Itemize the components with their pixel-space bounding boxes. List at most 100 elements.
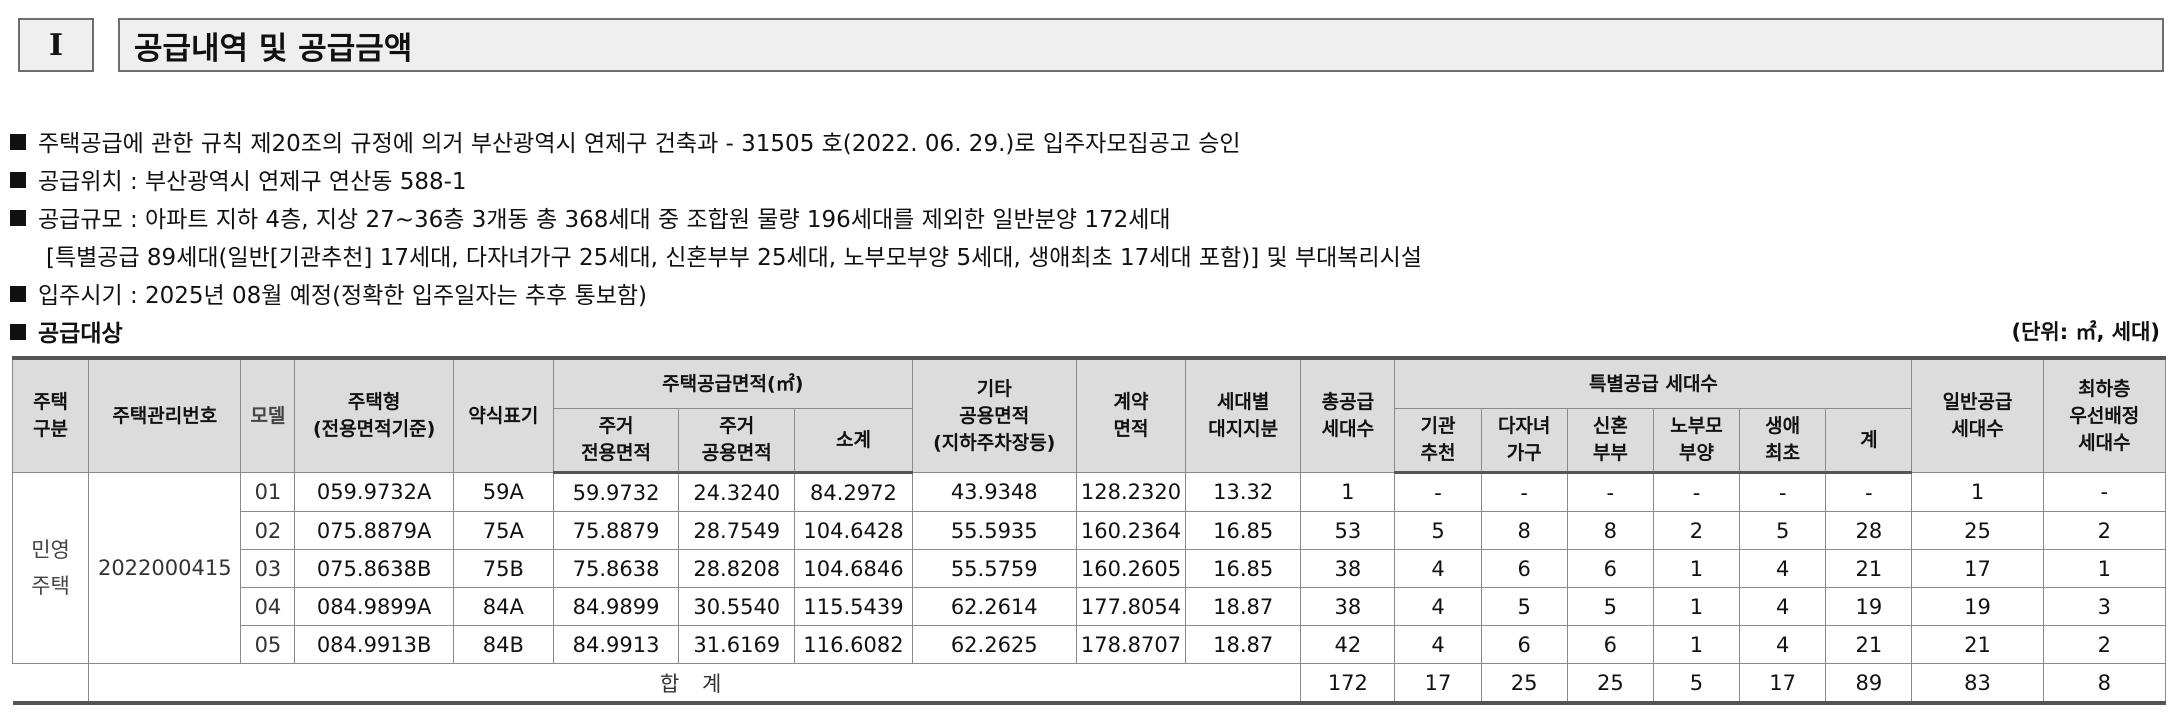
header-special-supply: 특별공급 세대수 — [1394, 357, 1913, 409]
square-bullet-icon — [10, 172, 26, 188]
contract-area-cell: 128.2320 — [1075, 472, 1187, 512]
sp-elder-cell: - — [1652, 472, 1741, 512]
square-bullet-icon — [10, 210, 26, 226]
subtotal-cell: 84.2972 — [794, 472, 913, 512]
sp-elder-cell: 1 — [1652, 625, 1741, 664]
table-row: 02 075.8879A 75A 75.8879 28.7549 104.642… — [13, 511, 2167, 550]
paragraph-scale: 공급규모 : 아파트 지하 4층, 지상 27~36층 3개동 총 368세대 … — [10, 200, 1171, 234]
sp-sum-cell: - — [1825, 472, 1913, 512]
blank-cell — [12, 663, 90, 703]
header-other-area: 기타 공용면적 (지하주차장등) — [911, 357, 1077, 473]
paragraph-location: 공급위치 : 부산광역시 연제구 연산동 588-1 — [10, 162, 467, 196]
common-area-cell: 30.5540 — [678, 587, 796, 626]
other-area-cell: 62.2625 — [911, 625, 1077, 664]
model-cell: 03 — [240, 549, 296, 588]
unit-type-cell: 075.8638B — [294, 549, 454, 588]
subtotal-cell: 116.6082 — [794, 625, 913, 664]
supply-table: 주택 구분 주택관리번호 모델 주택형 (전용면적기준) 약식표기 주택공급면적(㎡… — [11, 356, 2167, 705]
table-body: 민영 주택 2022000415 01 059.9732A 59A 59.9732… — [11, 472, 2167, 704]
header-sp-institution: 기관 추천 — [1394, 408, 1482, 474]
land-share-cell: 13.32 — [1185, 472, 1302, 512]
sp-newlywed-cell: 6 — [1566, 625, 1654, 664]
paragraph-special-supply: [특별공급 89세대(일반[기관추천] 17세대, 다자녀가구 25세대, 신혼… — [46, 245, 1422, 271]
general-supply-cell: 21 — [1911, 625, 2044, 664]
sp-newlywed-cell: 5 — [1566, 587, 1654, 626]
land-share-cell: 16.85 — [1185, 511, 1302, 550]
header-common-area: 주거 공용면적 — [678, 408, 796, 474]
total-units-cell: 1 — [1300, 472, 1396, 512]
general-supply-cell: 1 — [1911, 472, 2044, 512]
header-land-share: 세대별 대지지분 — [1185, 357, 1302, 473]
square-bullet-icon — [10, 324, 26, 340]
paragraph-approval: 주택공급에 관한 규칙 제20조의 규정에 의거 부산광역시 연제구 건축과 -… — [10, 124, 1241, 158]
sp-newlywed-cell: 6 — [1566, 549, 1654, 588]
lowest-floor-cell: 1 — [2042, 549, 2167, 588]
sp-multichild-cell: 8 — [1480, 511, 1568, 550]
total-lowest-floor: 8 — [2042, 663, 2167, 704]
sp-multichild-cell: 6 — [1480, 625, 1568, 664]
paragraph-move-in: 입주시기 : 2025년 08월 예정(정확한 입주일자는 추후 통보함) — [10, 276, 647, 310]
other-area-cell: 55.5759 — [911, 549, 1077, 588]
unit-type-cell: 059.9732A — [294, 472, 454, 512]
total-sp-elder: 5 — [1652, 663, 1741, 704]
lowest-floor-cell: - — [2042, 472, 2167, 512]
unit-type-cell: 084.9899A — [294, 587, 454, 626]
header-model: 모델 — [240, 357, 296, 473]
header-sp-first: 생애 최초 — [1739, 408, 1827, 474]
header-contract-area: 계약 면적 — [1075, 357, 1187, 473]
header-general-supply: 일반공급 세대수 — [1911, 357, 2044, 473]
total-sp-multichild: 25 — [1480, 663, 1568, 704]
header-mgmt-number: 주택관리번호 — [88, 357, 242, 473]
unit-type-cell: 075.8879A — [294, 511, 454, 550]
land-share-cell: 18.87 — [1185, 587, 1302, 626]
table-row: 민영 주택 2022000415 01 059.9732A 59A 59.9732… — [11, 472, 2167, 664]
contract-area-cell: 160.2364 — [1075, 511, 1187, 550]
sp-institution-cell: 5 — [1394, 511, 1482, 550]
total-label: 합 계 — [88, 663, 1302, 704]
land-share-cell: 18.87 — [1185, 625, 1302, 664]
exclusive-area-cell: 59.9732 — [552, 472, 680, 512]
sp-elder-cell: 1 — [1652, 587, 1741, 626]
section-title: 공급내역 및 공급금액 — [118, 18, 2164, 72]
header-housing-kind: 주택 구분 — [11, 357, 90, 473]
contract-area-cell: 177.8054 — [1075, 587, 1187, 626]
short-label-cell: 75A — [452, 511, 554, 550]
lowest-floor-cell: 2 — [2042, 511, 2167, 550]
short-label-cell: 75B — [452, 549, 554, 588]
other-area-cell: 43.9348 — [911, 472, 1077, 512]
header-supply-area: 주택공급면적(㎡) — [552, 357, 913, 409]
common-area-cell: 31.6169 — [678, 625, 796, 664]
square-bullet-icon — [10, 134, 26, 150]
total-units-cell: 53 — [1300, 511, 1396, 550]
general-supply-cell: 25 — [1911, 511, 2044, 550]
square-bullet-icon — [10, 286, 26, 302]
model-cell: 01 — [240, 472, 296, 512]
unit-type-cell: 084.9913B — [294, 625, 454, 664]
lowest-floor-cell: 2 — [2042, 625, 2167, 664]
header-sp-sum: 계 — [1825, 408, 1913, 474]
general-supply-cell: 19 — [1911, 587, 2044, 626]
header-total-units: 총공급 세대수 — [1300, 357, 1396, 473]
sp-sum-cell: 28 — [1825, 511, 1913, 550]
short-label-cell: 84A — [452, 587, 554, 626]
sp-newlywed-cell: 8 — [1566, 511, 1654, 550]
short-label-cell: 59A — [452, 472, 554, 512]
sp-newlywed-cell: - — [1566, 472, 1654, 512]
sp-multichild-cell: 6 — [1480, 549, 1568, 588]
header-sp-elder: 노부모 부양 — [1652, 408, 1741, 474]
header-subtotal: 소계 — [794, 408, 913, 474]
total-units-cell: 38 — [1300, 587, 1396, 626]
section-number: I — [18, 18, 94, 72]
header-sp-newlywed: 신혼 부부 — [1566, 408, 1654, 474]
common-area-cell: 28.7549 — [678, 511, 796, 550]
lowest-floor-cell: 3 — [2042, 587, 2167, 626]
table-row: 03 075.8638B 75B 75.8638 28.8208 104.684… — [13, 549, 2167, 588]
sp-multichild-cell: - — [1480, 472, 1568, 512]
exclusive-area-cell: 75.8638 — [552, 549, 680, 588]
total-units-cell: 42 — [1300, 625, 1396, 664]
contract-area-cell: 178.8707 — [1075, 625, 1187, 664]
other-area-cell: 62.2614 — [911, 587, 1077, 626]
header-short-label: 약식표기 — [452, 357, 554, 473]
subtotal-cell: 104.6846 — [794, 549, 913, 588]
sp-elder-cell: 1 — [1652, 549, 1741, 588]
